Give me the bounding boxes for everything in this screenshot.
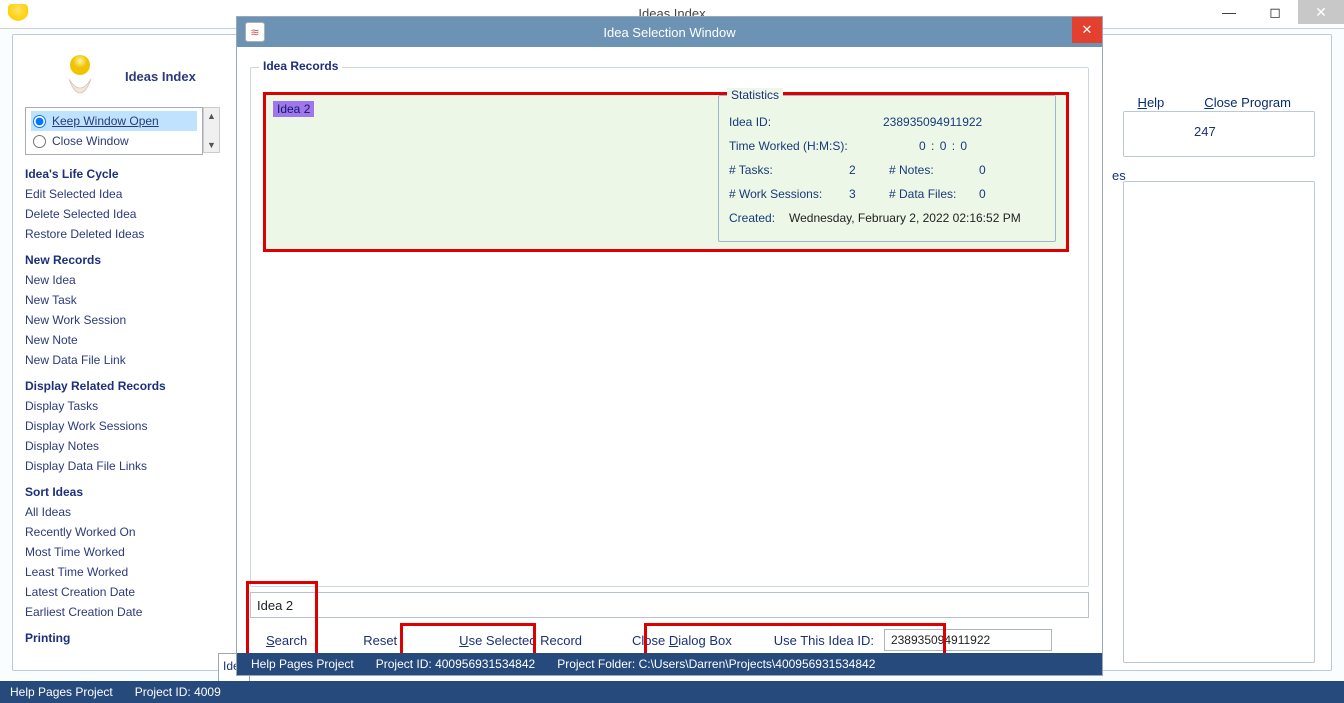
sidebar-group-title: Sort Ideas (25, 485, 213, 499)
search-button[interactable]: Search (250, 628, 323, 653)
sidebar-group: New Records New Idea New Task New Work Sess… (25, 253, 213, 369)
sidebar-options-scrollbar[interactable]: ▲ ▼ (203, 107, 220, 153)
statistics-fieldset: Statistics Idea ID: 238935094911922 Time… (718, 95, 1056, 242)
sidebar-item[interactable]: Display Data File Links (25, 457, 213, 475)
sidebar-item[interactable]: Recently Worked On (25, 523, 213, 541)
records-count-value: 247 (1194, 124, 1216, 139)
stat-notes-label: # Notes: (889, 163, 979, 177)
stat-sessions-label: # Work Sessions: (729, 187, 849, 201)
dialog-button-row: Search Reset Use Selected Record Close D… (250, 625, 1089, 655)
close-dialog-button[interactable]: Close Dialog Box (616, 628, 748, 653)
stat-time-s: 0 (960, 139, 967, 153)
sidebar-item[interactable]: Latest Creation Date (25, 583, 213, 601)
stat-created-value: Wednesday, February 2, 2022 02:16:52 PM (789, 211, 1045, 225)
minimize-button[interactable]: — (1206, 0, 1252, 24)
sidebar-group-title: Idea's Life Cycle (25, 167, 213, 181)
radio-keep-open[interactable] (33, 115, 46, 128)
sidebar-item[interactable]: Most Time Worked (25, 543, 213, 561)
menu-close-program[interactable]: Close Program (1204, 95, 1291, 110)
stat-tasks-label: # Tasks: (729, 163, 849, 177)
stat-time-m: 0 (940, 139, 947, 153)
close-button[interactable]: ✕ (1298, 0, 1344, 24)
records-list[interactable]: Idea 2 (273, 101, 703, 241)
app-icon (8, 4, 28, 24)
option-close-window-label: Close Window (52, 134, 129, 148)
sidebar-group-title: New Records (25, 253, 213, 267)
option-keep-window-open-label: Keep Window Open (52, 114, 159, 128)
dialog-title: Idea Selection Window (603, 25, 735, 40)
idea-records-fieldset: Idea Records Idea 2 Statistics Idea ID: … (250, 67, 1089, 587)
sidebar-item[interactable]: Edit Selected Idea (25, 185, 213, 203)
sidebar-item[interactable]: New Task (25, 291, 213, 309)
stat-files-value: 0 (979, 187, 1019, 201)
sidebar-title: Ideas Index (125, 69, 196, 84)
option-close-window[interactable]: Close Window (31, 131, 197, 151)
sidebar-item[interactable]: Display Notes (25, 437, 213, 455)
dialog-status-folder: Project Folder: C:\Users\Darren\Projects… (557, 657, 875, 671)
main-status-bar: Help Pages Project Project ID: 4009 (0, 681, 1344, 703)
statistics-legend: Statistics (727, 88, 783, 102)
search-input[interactable] (250, 592, 1089, 618)
sidebar-group-title: Display Related Records (25, 379, 213, 393)
stat-notes-value: 0 (979, 163, 1019, 177)
stat-idea-id-value: 238935094911922 (883, 115, 1045, 129)
right-secondary-box: es (1123, 181, 1315, 663)
dialog-close-button[interactable]: ✕ (1072, 17, 1102, 43)
stat-idea-id-label: Idea ID: (729, 115, 849, 129)
records-count-box: rds 247 (1123, 111, 1315, 157)
dialog-status-project: Help Pages Project (251, 657, 354, 671)
option-keep-window-open[interactable]: Keep Window Open (31, 111, 197, 131)
sidebar-item[interactable]: Display Tasks (25, 397, 213, 415)
sidebar-item[interactable]: Delete Selected Idea (25, 205, 213, 223)
statistics-body: Idea ID: 238935094911922 Time Worked (H:… (729, 110, 1045, 235)
sidebar-group: Idea's Life Cycle Edit Selected Idea Delet… (25, 167, 213, 243)
stat-sessions-value: 3 (849, 187, 889, 201)
maximize-button[interactable]: ◻ (1252, 0, 1298, 24)
idea-id-input[interactable] (884, 629, 1052, 651)
dialog-status-bar: Help Pages Project Project ID: 400956931… (237, 653, 1102, 675)
dialog-status-project-id: Project ID: 400956931534842 (376, 657, 535, 671)
sidebar-item[interactable]: New Idea (25, 271, 213, 289)
stat-tasks-value: 2 (849, 163, 889, 177)
sidebar-group: Sort Ideas All Ideas Recently Worked On Mos… (25, 485, 213, 621)
right-secondary-label: es (1112, 168, 1126, 183)
sidebar-window-options: Keep Window Open Close Window (25, 107, 203, 155)
status-project: Help Pages Project (10, 685, 113, 699)
dialog-titlebar: ≋ Idea Selection Window ✕ (237, 17, 1102, 47)
sidebar-item[interactable]: All Ideas (25, 503, 213, 521)
stat-created-label: Created: (729, 211, 781, 225)
ideas-bulb-icon (57, 51, 103, 97)
record-item-selected[interactable]: Idea 2 (273, 101, 314, 117)
menu-help[interactable]: Help (1138, 95, 1165, 110)
sidebar-item[interactable]: Earliest Creation Date (25, 603, 213, 621)
sidebar-group: Display Related Records Display Tasks Disp… (25, 379, 213, 475)
stat-files-label: # Data Files: (889, 187, 979, 201)
sidebar-item[interactable]: Least Time Worked (25, 563, 213, 581)
stat-time-label: Time Worked (H:M:S): (729, 139, 849, 153)
status-project-id: Project ID: 4009 (135, 685, 221, 699)
records-highlight-box: Idea 2 Statistics Idea ID: 2389350949119… (263, 92, 1069, 252)
reset-button[interactable]: Reset (347, 628, 413, 653)
sidebar-item[interactable]: New Data File Link (25, 351, 213, 369)
idea-records-legend: Idea Records (259, 59, 342, 73)
java-icon: ≋ (245, 22, 265, 42)
stat-time-h: 0 (919, 139, 926, 153)
sidebar-item[interactable]: Display Work Sessions (25, 417, 213, 435)
radio-close-window[interactable] (33, 135, 46, 148)
main-menubar: Help Close Program (1138, 95, 1291, 110)
window-buttons: — ◻ ✕ (1206, 0, 1344, 24)
idea-selection-dialog: ≋ Idea Selection Window ✕ Idea Records I… (237, 17, 1102, 675)
sidebar-item[interactable]: New Work Session (25, 311, 213, 329)
sidebar-item[interactable]: New Note (25, 331, 213, 349)
sidebar-item[interactable]: Restore Deleted Ideas (25, 225, 213, 243)
use-this-idea-id-label[interactable]: Use This Idea ID: (758, 628, 878, 653)
sidebar-list: Idea's Life Cycle Edit Selected Idea Delet… (25, 161, 213, 655)
dialog-body: Idea Records Idea 2 Statistics Idea ID: … (244, 53, 1095, 647)
sidebar-group: Printing (25, 631, 213, 645)
use-selected-record-button[interactable]: Use Selected Record (443, 628, 598, 653)
sidebar-group-title: Printing (25, 631, 213, 645)
